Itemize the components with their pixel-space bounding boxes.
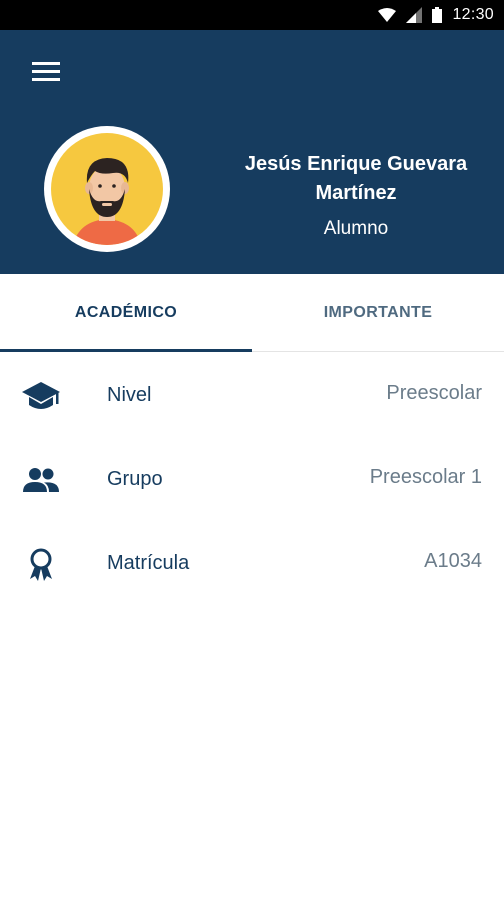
row-value: A1034 <box>424 550 482 572</box>
tab-importante[interactable]: IMPORTANTE <box>252 274 504 351</box>
wifi-icon <box>378 8 397 22</box>
user-name: Jesús Enrique Guevara Martínez <box>244 153 468 204</box>
avatar <box>44 126 170 252</box>
row-value: Preescolar <box>386 382 482 404</box>
row-label: Grupo <box>107 468 163 490</box>
profile-header: Jesús Enrique Guevara Martínez Alumno <box>0 30 504 274</box>
status-bar: 12:30 <box>0 0 504 30</box>
menu-button[interactable] <box>22 54 70 88</box>
hamburger-icon-line <box>32 77 60 81</box>
battery-icon <box>432 7 443 23</box>
row-value: Preescolar 1 <box>369 466 482 488</box>
list-item-grupo: Grupo Preescolar 1 <box>0 450 504 510</box>
graduation-cap-icon <box>22 382 60 409</box>
hamburger-icon-line <box>32 61 60 65</box>
tab-academico[interactable]: ACADÉMICO <box>0 274 252 352</box>
cell-signal-icon <box>406 7 423 23</box>
status-time: 12:30 <box>452 6 494 23</box>
row-label: Nivel <box>107 384 152 406</box>
list-item-matricula: Matrícula A1034 <box>0 534 504 594</box>
user-avatar-icon <box>51 133 163 245</box>
tab-bar: ACADÉMICO IMPORTANTE <box>0 274 504 352</box>
list-item-nivel: Nivel Preescolar <box>0 366 504 426</box>
award-badge-icon <box>30 548 52 581</box>
user-role: Alumno <box>323 218 389 239</box>
row-label: Matrícula <box>107 552 190 574</box>
hamburger-icon-line <box>32 69 60 73</box>
group-icon <box>23 468 59 492</box>
